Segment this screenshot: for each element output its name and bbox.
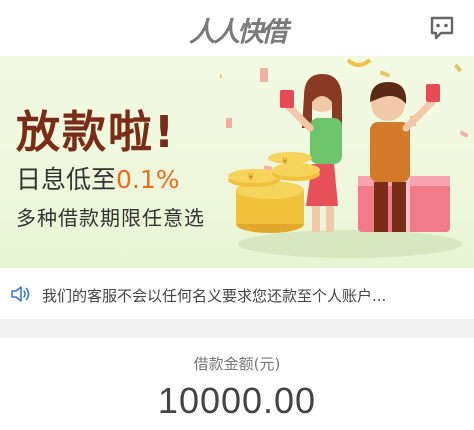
notice-bar[interactable]: 我们的客服不会以任何名义要求您还款至个人账户... <box>0 268 474 320</box>
promo-banner[interactable]: 放款啦! 日息低至0.1% 多种借款期限任意选 ¥ ¥ <box>0 56 474 268</box>
loan-amount-value[interactable]: 10000.00 <box>0 380 474 422</box>
svg-text:¥: ¥ <box>248 173 254 183</box>
banner-subtitle: 多种借款期限任意选 <box>16 206 205 230</box>
app-title: 人人快借 <box>189 17 288 48</box>
customer-service-button[interactable] <box>428 14 456 42</box>
loan-amount-section: 借款金额(元) 10000.00 <box>0 338 474 430</box>
celebration-illustration: ¥ ¥ <box>220 58 469 258</box>
section-divider <box>0 320 474 338</box>
svg-text:¥: ¥ <box>282 157 288 167</box>
speaker-icon <box>11 286 30 302</box>
banner-headline: 放款啦! <box>16 107 177 158</box>
loan-amount-label: 借款金额(元) <box>193 355 281 373</box>
rate-value: 0.1% <box>116 165 180 194</box>
app-header: 人人快借 <box>0 0 474 56</box>
banner-rate: 日息低至0.1% <box>16 160 180 196</box>
rate-prefix: 日息低至 <box>16 165 117 194</box>
chat-bubble-icon <box>430 16 454 40</box>
notice-text: 我们的客服不会以任何名义要求您还款至个人账户... <box>42 287 387 305</box>
